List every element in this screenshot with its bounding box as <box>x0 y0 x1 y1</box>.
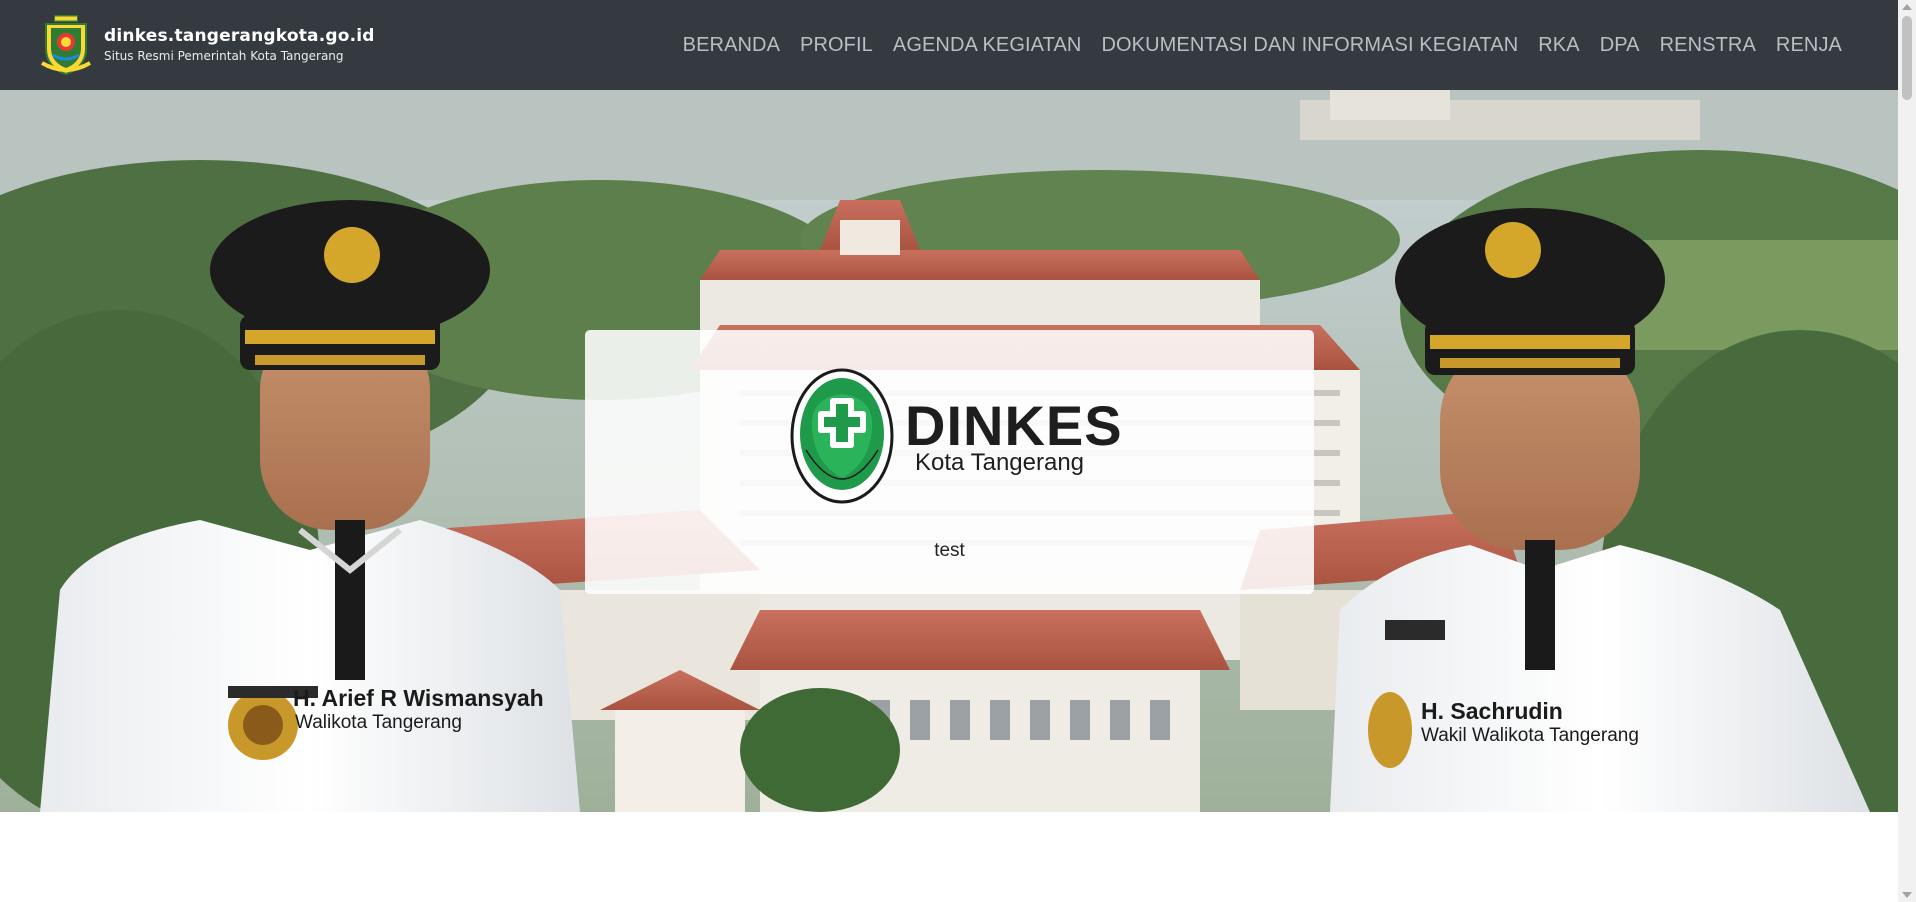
nav-item-dpa[interactable]: DPA <box>1590 34 1650 56</box>
nav-item-renja[interactable]: RENJA <box>1766 34 1852 56</box>
site-subtitle: Situs Resmi Pemerintah Kota Tangerang <box>104 49 344 63</box>
nav-item-dokumentasi[interactable]: DOKUMENTASI DAN INFORMASI KEGIATAN <box>1091 34 1528 56</box>
scrollbar-thumb[interactable] <box>1902 16 1912 100</box>
card-text: test <box>934 540 965 561</box>
right-official-role: Wakil Walikota Tangerang <box>1421 725 1639 746</box>
left-official-name: H. Arief R Wismansyah <box>293 685 544 711</box>
scroll-up-arrow-icon[interactable] <box>1902 4 1912 10</box>
top-navbar: dinkes.tangerangkota.go.id Situs Resmi P… <box>0 0 1898 90</box>
page: dinkes.tangerangkota.go.id Situs Resmi P… <box>0 0 1916 902</box>
brand-text: dinkes.tangerangkota.go.id Situs Resmi P… <box>104 26 375 64</box>
nav-item-rka[interactable]: RKA <box>1528 34 1589 56</box>
right-official-name: H. Sachrudin <box>1421 698 1563 724</box>
left-official-role: Walikota Tangerang <box>295 712 462 733</box>
nav-item-renstra[interactable]: RENSTRA <box>1650 34 1766 56</box>
page-scrollbar[interactable] <box>1898 0 1916 902</box>
nav-item-beranda[interactable]: BERANDA <box>673 34 790 56</box>
dinkes-logo-subword: Kota Tangerang <box>915 449 1085 476</box>
brand-link[interactable]: dinkes.tangerangkota.go.id Situs Resmi P… <box>40 15 375 75</box>
scroll-down-arrow-icon[interactable] <box>1902 892 1912 898</box>
site-title: dinkes.tangerangkota.go.id <box>104 26 375 46</box>
main-nav-menu: BERANDA PROFIL AGENDA KEGIATAN DOKUMENTA… <box>673 0 1852 90</box>
announcement-card: DINKES Kota Tangerang test <box>585 330 1314 594</box>
kota-tangerang-emblem-icon <box>40 15 92 75</box>
nav-item-profil[interactable]: PROFIL <box>790 34 883 56</box>
dinkes-logo-word: DINKES <box>905 394 1123 457</box>
nav-item-agenda-kegiatan[interactable]: AGENDA KEGIATAN <box>883 34 1092 56</box>
